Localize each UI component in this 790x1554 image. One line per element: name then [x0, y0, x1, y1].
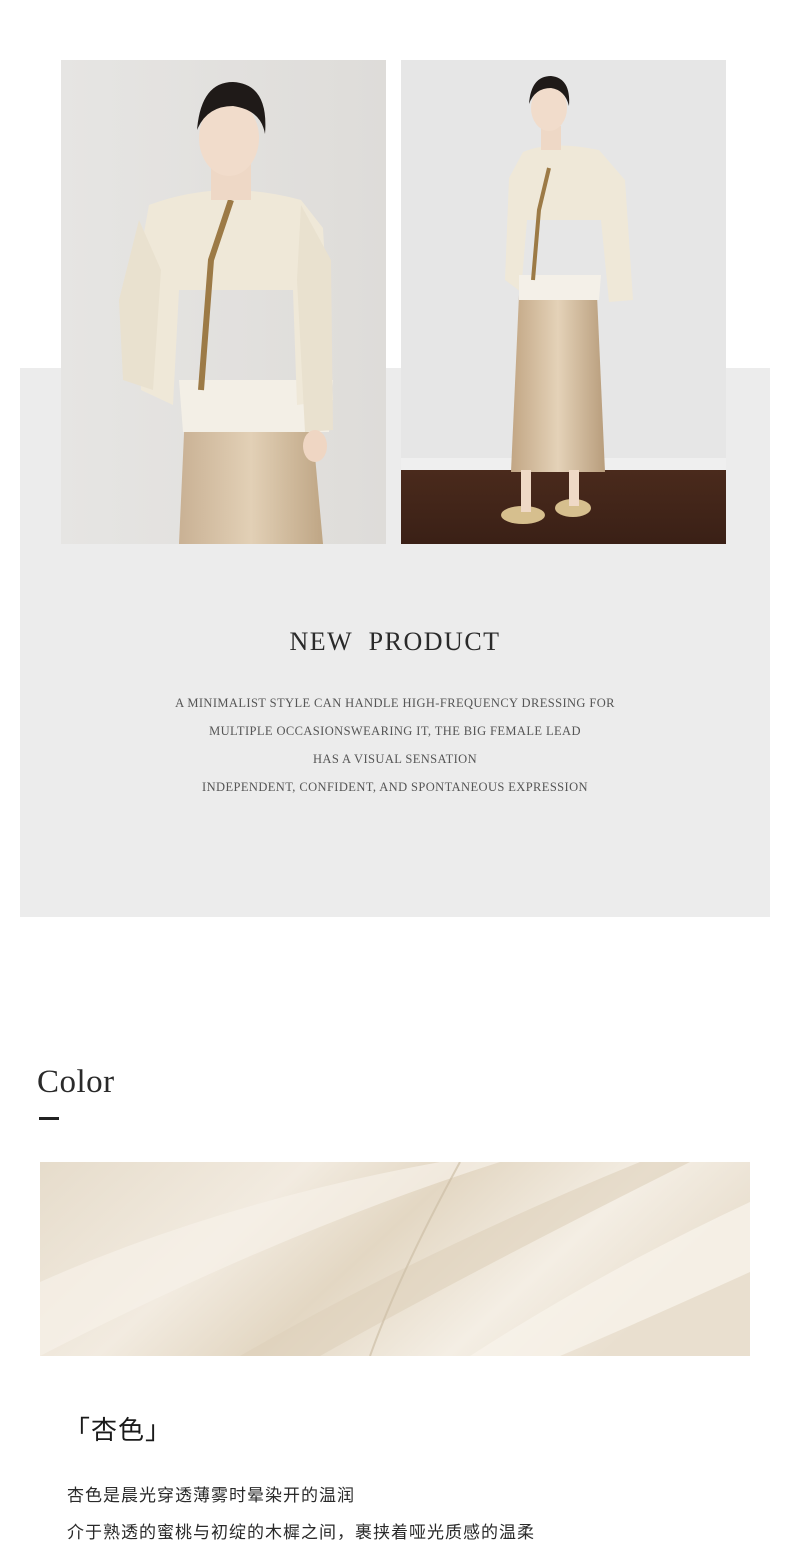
new-product-line-3: HAS A VISUAL SENSATION: [312, 752, 478, 766]
color-name: 「杏色」: [64, 1416, 173, 1446]
new-product-line-4: INDEPENDENT, CONFIDENT, AND SPONTANEOUS …: [202, 780, 588, 794]
new-product-line-1: A MINIMALIST STYLE CAN HANDLE HIGH-FREQU…: [175, 696, 615, 710]
model-photo-fulllength: [401, 60, 726, 544]
color-description-line-1: 杏色是晨光穿透薄雾时晕染开的温润: [67, 1486, 355, 1506]
new-product-title: NEW PRODUCT: [289, 627, 501, 656]
model-photo-closeup: [61, 60, 386, 544]
color-section-title: Color: [37, 1064, 115, 1100]
title-underline: [39, 1117, 59, 1120]
new-product-line-2: MULTIPLE OCCASIONSWEARING IT, THE BIG FE…: [209, 724, 581, 738]
fabric-swatch-image: [40, 1162, 750, 1356]
color-description-line-2: 介于熟透的蜜桃与初绽的木樨之间，裹挟着哑光质感的温柔: [67, 1523, 535, 1543]
